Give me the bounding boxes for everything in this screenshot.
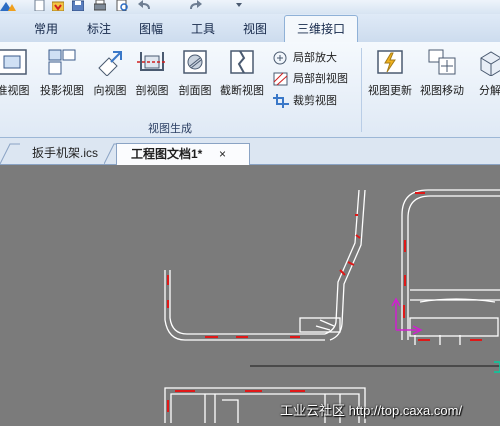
side-view-frame	[401, 189, 500, 345]
cross-section-icon	[183, 50, 207, 74]
standard-view-button[interactable]: 准视图	[0, 48, 36, 98]
undo-icon[interactable]	[138, 0, 152, 11]
projection-view-icon	[48, 49, 76, 75]
explode-button[interactable]: 分解	[470, 48, 500, 98]
group-divider	[361, 48, 362, 132]
app-logo-icon[interactable]	[0, 0, 16, 11]
watermark-text: 工业云社区 http://top.caxa.com/	[280, 403, 463, 418]
tab-gongju[interactable]: 工具	[191, 20, 215, 37]
view-generation-group-label: 视图生成	[148, 123, 192, 135]
doc-tab-drawing-1[interactable]: 工程图文档1* ×	[116, 143, 250, 165]
ribbon-panel: 准视图 投影视图 向视图 剖视图 剖面图 截断视图 局部放大 局部剖视图 裁剪视…	[0, 42, 500, 138]
detail-view-icon	[273, 51, 287, 65]
tab-3d-interface[interactable]: 三维接口	[284, 15, 358, 43]
ribbon-tab-bar: 常用 标注 图幅 工具 视图 三维接口	[0, 14, 500, 43]
front-view-hidden-lines	[167, 214, 361, 338]
projection-view-button[interactable]: 投影视图	[36, 48, 88, 98]
tab-tufu[interactable]: 图幅	[139, 20, 163, 37]
print-preview-icon[interactable]	[116, 0, 128, 11]
broken-view-icon	[230, 50, 254, 74]
dropdown-icon[interactable]	[234, 0, 244, 11]
open-icon[interactable]	[52, 0, 64, 11]
tab-edge	[0, 143, 20, 164]
direction-view-icon	[98, 51, 122, 76]
crop-view-icon	[273, 94, 289, 108]
tab-biaozhu[interactable]: 标注	[87, 20, 111, 37]
crop-view-button[interactable]: 裁剪视图	[273, 93, 353, 109]
move-view-button[interactable]: 视图移动	[416, 48, 468, 98]
quick-access-toolbar	[0, 0, 500, 14]
explode-icon	[480, 51, 500, 76]
drawing-canvas[interactable]	[0, 165, 500, 423]
print-icon[interactable]	[94, 0, 106, 11]
coordinate-axis	[391, 297, 423, 335]
redo-icon[interactable]	[188, 0, 202, 11]
engineering-drawing	[164, 189, 500, 423]
direction-view-button[interactable]: 向视图	[90, 48, 130, 98]
move-view-icon	[428, 49, 456, 75]
document-tab-bar: 扳手机架.ics 工程图文档1* ×	[0, 138, 500, 165]
update-view-button[interactable]: 视图更新	[364, 48, 416, 98]
save-icon[interactable]	[72, 0, 84, 11]
doc-tab-wrench-frame[interactable]: 扳手机架.ics	[18, 143, 116, 164]
section-view-icon	[137, 52, 167, 71]
broken-view-button[interactable]: 截断视图	[216, 48, 268, 98]
tab-shitu[interactable]: 视图	[243, 20, 267, 37]
cross-section-button[interactable]: 剖面图	[175, 48, 215, 98]
front-view-frame	[164, 189, 366, 341]
axis-marker	[494, 361, 500, 373]
update-view-icon	[377, 50, 403, 74]
section-view-button[interactable]: 剖视图	[132, 48, 172, 98]
close-tab-icon[interactable]: ×	[219, 144, 226, 164]
tab-changyong[interactable]: 常用	[34, 20, 58, 37]
new-icon[interactable]	[34, 0, 45, 11]
local-section-button[interactable]: 局部剖视图	[273, 71, 357, 87]
detail-view-button[interactable]: 局部放大	[273, 50, 353, 66]
standard-view-icon	[0, 49, 27, 75]
local-section-icon	[273, 72, 288, 86]
